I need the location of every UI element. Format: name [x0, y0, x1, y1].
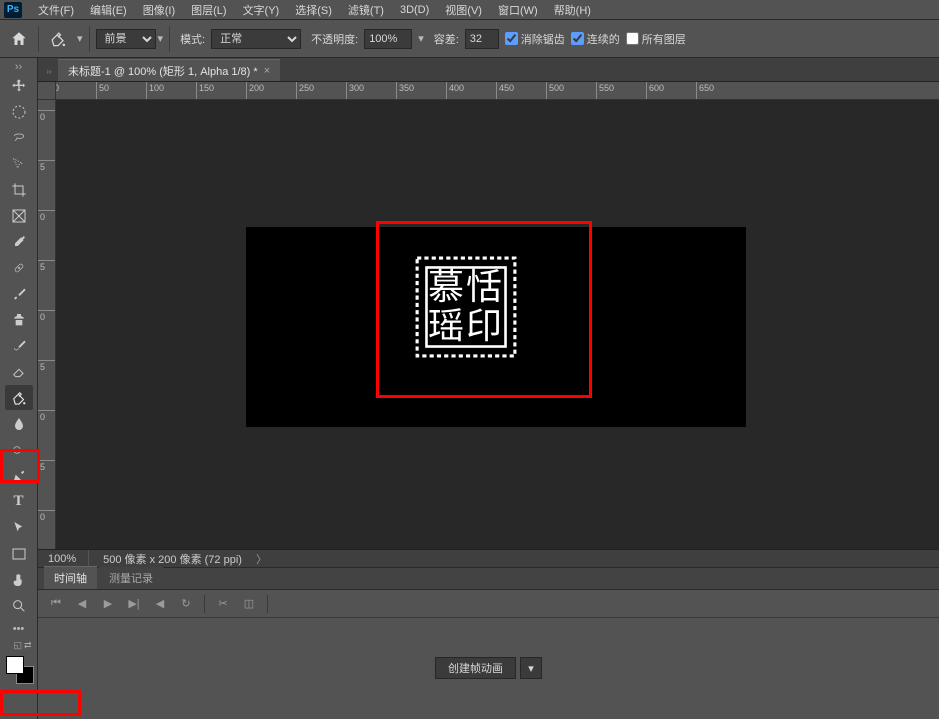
current-tool-icon[interactable] — [45, 26, 71, 52]
timeline-controls: ⏮ ◀ ▶ ▶| ◀ ↻ ✂ ◫ — [38, 590, 939, 618]
menu-3d[interactable]: 3D(D) — [392, 4, 437, 16]
transition-icon[interactable]: ◫ — [241, 596, 257, 612]
ruler-vertical[interactable]: 05050505050 — [38, 100, 56, 549]
create-animation-dropdown[interactable]: ▾ — [520, 657, 542, 679]
options-bar: ▾ 前景 ▾ 模式: 正常 不透明度: ▾ 容差: 消除锯齿 连续的 所有图层 — [0, 20, 939, 58]
zoom-tool[interactable] — [5, 593, 33, 618]
panel-tabs: 时间轴 测量记录 — [38, 568, 939, 590]
status-bar: 100% 500 像素 x 200 像素 (72 ppi) 〉 — [38, 549, 939, 567]
create-frame-animation[interactable]: 创建帧动画 ▾ — [435, 657, 542, 679]
opacity-label: 不透明度: — [311, 31, 358, 47]
brush-tool[interactable] — [5, 281, 33, 306]
document-tab-title: 未标题-1 @ 100% (矩形 1, Alpha 1/8) * — [68, 63, 258, 79]
play-icon[interactable]: ▶ — [100, 596, 116, 612]
frame-tool[interactable] — [5, 203, 33, 228]
document-tab[interactable]: 未标题-1 @ 100% (矩形 1, Alpha 1/8) * × — [58, 59, 280, 81]
document-info[interactable]: 500 像素 x 200 像素 (72 ppi) — [103, 551, 242, 567]
seal-graphic: 慕恬 瑶印 — [406, 247, 526, 367]
opacity-input[interactable] — [364, 29, 412, 49]
menu-filter[interactable]: 滤镜(T) — [340, 2, 392, 18]
fill-target-select[interactable]: 前景 — [96, 29, 156, 49]
app-logo: Ps — [4, 2, 22, 18]
toolbox: ›› T ••• ◱⇄ — [0, 58, 38, 719]
blend-mode-select[interactable]: 正常 — [211, 29, 301, 49]
history-brush-tool[interactable] — [5, 333, 33, 358]
bucket-tool[interactable] — [5, 385, 33, 410]
next-frame-icon[interactable]: ▶| — [126, 596, 142, 612]
menu-select[interactable]: 选择(S) — [287, 2, 340, 18]
clone-tool[interactable] — [5, 307, 33, 332]
blur-tool[interactable] — [5, 411, 33, 436]
tolerance-input[interactable] — [465, 29, 499, 49]
chevron-down-icon[interactable]: ▾ — [77, 32, 83, 45]
toolbox-collapse-toggle[interactable]: ›› — [2, 62, 36, 72]
crop-tool[interactable] — [5, 177, 33, 202]
timeline-panel: 时间轴 测量记录 ⏮ ◀ ▶ ▶| ◀ ↻ ✂ ◫ 创建帧动画 ▾ — [38, 567, 939, 719]
foreground-color-swatch[interactable] — [6, 656, 24, 674]
marquee-tool[interactable] — [5, 99, 33, 124]
menu-layer[interactable]: 图层(L) — [183, 2, 234, 18]
healing-tool[interactable] — [5, 255, 33, 280]
menu-window[interactable]: 窗口(W) — [490, 2, 546, 18]
antialias-checkbox[interactable]: 消除锯齿 — [505, 31, 565, 47]
tabstrip-handle[interactable]: ›› — [44, 61, 54, 81]
rectangle-tool[interactable] — [5, 541, 33, 566]
artboard[interactable]: 慕恬 瑶印 — [246, 227, 746, 427]
info-flyout-icon[interactable]: 〉 — [256, 551, 267, 567]
lasso-tool[interactable] — [5, 125, 33, 150]
menu-image[interactable]: 图像(I) — [135, 2, 183, 18]
mode-label: 模式: — [180, 31, 205, 47]
ruler-origin[interactable] — [38, 82, 56, 100]
create-frame-animation-label: 创建帧动画 — [448, 660, 503, 676]
home-button[interactable] — [6, 26, 32, 52]
menu-help[interactable]: 帮助(H) — [546, 2, 599, 18]
move-tool[interactable] — [5, 73, 33, 98]
menu-edit[interactable]: 编辑(E) — [82, 2, 135, 18]
close-icon[interactable]: × — [264, 65, 270, 77]
tab-timeline[interactable]: 时间轴 — [44, 566, 97, 589]
quick-select-tool[interactable] — [5, 151, 33, 176]
edit-toolbar-button[interactable]: ••• — [5, 620, 33, 638]
menu-view[interactable]: 视图(V) — [437, 2, 490, 18]
dodge-tool[interactable] — [5, 437, 33, 462]
prev-frame-icon[interactable]: ◀ — [74, 596, 90, 612]
zoom-readout[interactable]: 100% — [48, 550, 89, 567]
document-tabstrip: ›› 未标题-1 @ 100% (矩形 1, Alpha 1/8) * × — [38, 58, 939, 82]
first-frame-icon[interactable]: ⏮ — [48, 596, 64, 612]
eyedropper-tool[interactable] — [5, 229, 33, 254]
ruler-horizontal[interactable]: 0050100150200250300350400450500550600650 — [56, 82, 939, 100]
tolerance-label: 容差: — [434, 31, 459, 47]
seal-border-icon — [414, 255, 518, 359]
cut-icon[interactable]: ✂ — [215, 596, 231, 612]
contiguous-checkbox[interactable]: 连续的 — [571, 31, 620, 47]
menu-file[interactable]: 文件(F) — [30, 2, 82, 18]
eraser-tool[interactable] — [5, 359, 33, 384]
loop-icon[interactable]: ↻ — [178, 596, 194, 612]
type-tool[interactable]: T — [5, 489, 33, 514]
chevron-down-icon[interactable]: ▾ — [418, 32, 424, 45]
menu-type[interactable]: 文字(Y) — [235, 2, 288, 18]
mute-icon[interactable]: ◀ — [152, 596, 168, 612]
menu-bar: Ps 文件(F) 编辑(E) 图像(I) 图层(L) 文字(Y) 选择(S) 滤… — [0, 0, 939, 20]
hand-tool[interactable] — [5, 567, 33, 592]
all-layers-checkbox[interactable]: 所有图层 — [626, 31, 686, 47]
tab-measurement-log[interactable]: 测量记录 — [99, 567, 163, 589]
chevron-down-icon: ▾ — [158, 32, 164, 45]
canvas-area[interactable]: 慕恬 瑶印 — [56, 100, 939, 549]
color-swatches[interactable] — [4, 654, 34, 684]
path-select-tool[interactable] — [5, 515, 33, 540]
pen-tool[interactable] — [5, 463, 33, 488]
swap-colors-icon[interactable]: ◱⇄ — [4, 640, 34, 654]
